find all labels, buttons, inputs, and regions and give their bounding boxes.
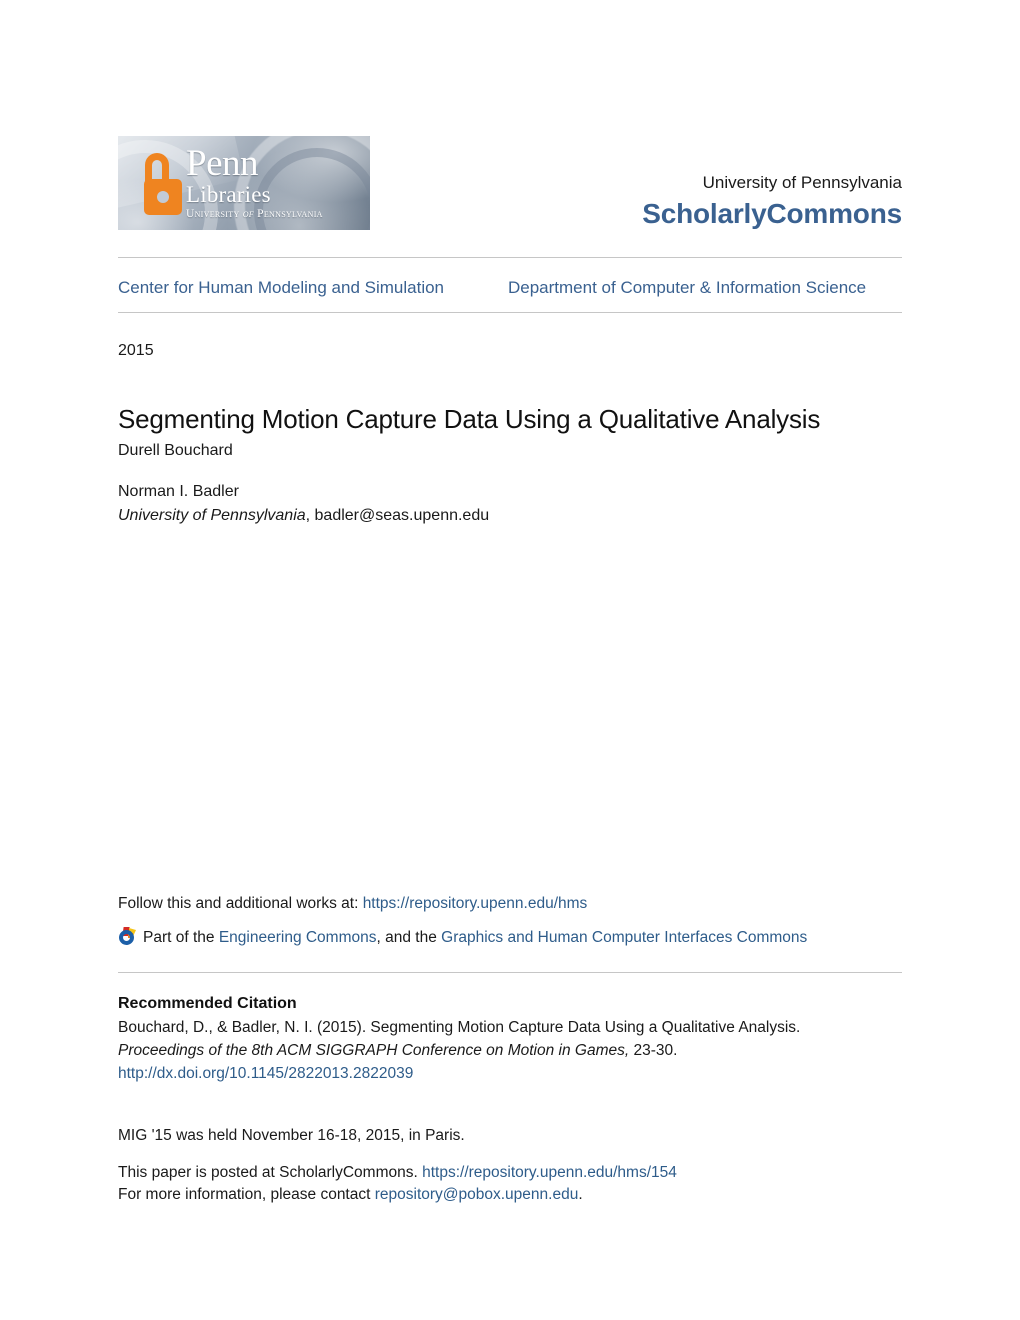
cover-page: Penn Libraries University of Pennsylvani…: [0, 0, 1020, 1320]
logo-wordmark-university: University: [186, 208, 240, 220]
author-institution: University of Pennsylvania: [118, 507, 306, 524]
lock-keyhole: [157, 191, 169, 203]
dc-icon-blue-ring: [119, 930, 134, 945]
citation-pages: 23-30.: [629, 1042, 678, 1059]
subject-middle: , and the: [376, 929, 442, 946]
digital-commons-network-icon: [118, 927, 137, 946]
citation-divider: [118, 972, 902, 973]
publication-year: 2015: [118, 342, 154, 359]
posting-note: This paper is posted at ScholarlyCommons…: [118, 1162, 918, 1206]
author-name: Durell Bouchard: [118, 442, 233, 459]
subject-commons-line: Part of the Engineering Commons, and the…: [118, 927, 938, 948]
author-name: Norman I. Badler: [118, 483, 239, 500]
logo-wordmark-state: Pennsylvania: [257, 208, 323, 220]
repository-name[interactable]: ScholarlyCommons: [642, 196, 902, 232]
author-list: Durell Bouchard Norman I. Badler Univers…: [118, 440, 818, 526]
repository-branding: University of Pennsylvania ScholarlyComm…: [642, 172, 902, 232]
nav-link-department-cis[interactable]: Department of Computer & Information Sci…: [508, 277, 866, 299]
page-header: Penn Libraries University of Pennsylvani…: [118, 136, 902, 232]
logo-wordmark: Penn Libraries University of Pennsylvani…: [186, 143, 366, 222]
page-title: Segmenting Motion Capture Data Using a Q…: [118, 404, 821, 435]
logo-wordmark-libraries: Libraries: [186, 182, 271, 207]
logo-wordmark-penn: Penn: [186, 143, 259, 184]
posting-note-prefix: This paper is posted at ScholarlyCommons…: [118, 1164, 423, 1181]
follow-works-line: Follow this and additional works at: htt…: [118, 893, 918, 914]
posting-note-link[interactable]: https://repository.upenn.edu/hms/154: [422, 1164, 677, 1181]
logo-wordmark-of: of: [242, 208, 254, 220]
citation-authors-title: Bouchard, D., & Badler, N. I. (2015). Se…: [118, 1019, 801, 1036]
citation-journal: Proceedings of the 8th ACM SIGGRAPH Conf…: [118, 1042, 630, 1059]
recommended-citation-body: Bouchard, D., & Badler, N. I. (2015). Se…: [118, 1016, 858, 1085]
contact-email-link[interactable]: repository@pobox.upenn.edu: [375, 1186, 579, 1203]
contact-suffix: .: [578, 1186, 583, 1203]
contact-prefix: For more information, please contact: [118, 1186, 375, 1203]
nav-link-center-human-modeling[interactable]: Center for Human Modeling and Simulation: [118, 277, 444, 299]
author-entry: Norman I. Badler University of Pennsylva…: [118, 481, 818, 526]
posting-note-line-1: This paper is posted at ScholarlyCommons…: [118, 1162, 918, 1184]
header-divider: [118, 257, 902, 258]
author-affiliation: University of Pennsylvania, badler@seas.…: [118, 507, 490, 524]
university-name: University of Pennsylvania: [702, 173, 902, 192]
posting-note-line-2: For more information, please contact rep…: [118, 1184, 918, 1206]
recommended-citation-heading: Recommended Citation: [118, 995, 297, 1012]
citation-doi-link[interactable]: http://dx.doi.org/10.1145/2822013.282203…: [118, 1065, 413, 1082]
conference-note: MIG '15 was held November 16-18, 2015, i…: [118, 1127, 465, 1144]
author-email: badler@seas.upenn.edu: [314, 507, 490, 524]
follow-works-prefix: Follow this and additional works at:: [118, 895, 363, 912]
nav-link-department-cis-anchor[interactable]: Department of Computer & Information Sci…: [508, 278, 866, 297]
nav-link-center-human-modeling-anchor[interactable]: Center for Human Modeling and Simulation: [118, 278, 444, 297]
subject-link-engineering-commons[interactable]: Engineering Commons: [219, 929, 377, 946]
logo-wordmark-university-line: University of Pennsylvania: [186, 207, 366, 222]
open-access-lock-icon: [144, 153, 182, 215]
author-entry: Durell Bouchard: [118, 440, 818, 461]
penn-libraries-logo: Penn Libraries University of Pennsylvani…: [118, 136, 370, 230]
subject-prefix: Part of the: [143, 929, 219, 946]
follow-works-link[interactable]: https://repository.upenn.edu/hms: [363, 895, 588, 912]
breadcrumb-divider: [118, 312, 902, 313]
subject-link-graphics-hci-commons[interactable]: Graphics and Human Computer Interfaces C…: [441, 929, 807, 946]
